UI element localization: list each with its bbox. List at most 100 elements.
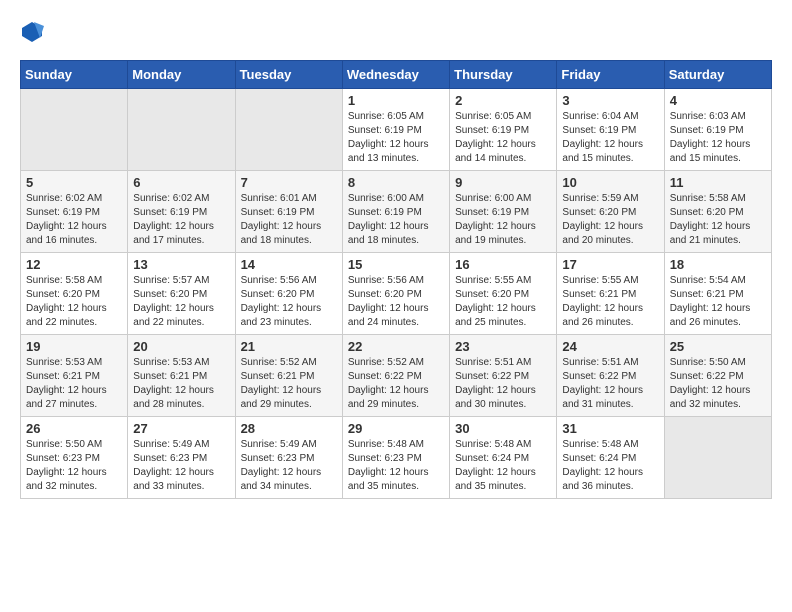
day-info: Sunrise: 5:50 AM Sunset: 6:23 PM Dayligh… xyxy=(26,438,122,494)
calendar-table: SundayMondayTuesdayWednesdayThursdayFrid… xyxy=(20,60,772,499)
logo-icon xyxy=(20,20,44,44)
calendar-cell: 13 Sunrise: 5:57 AM Sunset: 6:20 PM Dayli… xyxy=(128,253,235,335)
day-number: 25 xyxy=(670,339,766,354)
day-info: Sunrise: 5:49 AM Sunset: 6:23 PM Dayligh… xyxy=(133,438,229,494)
day-info: Sunrise: 5:58 AM Sunset: 6:20 PM Dayligh… xyxy=(26,274,122,330)
day-info: Sunrise: 5:48 AM Sunset: 6:23 PM Dayligh… xyxy=(348,438,444,494)
calendar-cell: 26Sunrise: 5:50 AM Sunset: 6:23 PM Dayli… xyxy=(21,417,128,499)
calendar-cell: 12 Sunrise: 5:58 AM Sunset: 6:20 PM Dayli… xyxy=(21,253,128,335)
day-number: 18 xyxy=(670,257,766,272)
weekday-header-wednesday: Wednesday xyxy=(342,61,449,89)
day-number: 13 xyxy=(133,257,229,272)
calendar-cell xyxy=(664,417,771,499)
day-number: 16 xyxy=(455,257,551,272)
day-info: Sunrise: 6:01 AM Sunset: 6:19 PM Dayligh… xyxy=(241,192,337,248)
day-info: Sunrise: 5:59 AM Sunset: 6:20 PM Dayligh… xyxy=(562,192,658,248)
calendar-cell: 25 Sunrise: 5:50 AM Sunset: 6:22 PM Dayli… xyxy=(664,335,771,417)
weekday-header-row: SundayMondayTuesdayWednesdayThursdayFrid… xyxy=(21,61,772,89)
day-info: Sunrise: 5:51 AM Sunset: 6:22 PM Dayligh… xyxy=(455,356,551,412)
week-row-2: 5 Sunrise: 6:02 AM Sunset: 6:19 PM Daylig… xyxy=(21,171,772,253)
day-number: 31 xyxy=(562,421,658,436)
day-number: 6 xyxy=(133,175,229,190)
calendar-cell: 7 Sunrise: 6:01 AM Sunset: 6:19 PM Daylig… xyxy=(235,171,342,253)
day-number: 7 xyxy=(241,175,337,190)
weekday-header-thursday: Thursday xyxy=(450,61,557,89)
week-row-1: 1 Sunrise: 6:05 AM Sunset: 6:19 PM Daylig… xyxy=(21,89,772,171)
day-info: Sunrise: 5:58 AM Sunset: 6:20 PM Dayligh… xyxy=(670,192,766,248)
day-number: 9 xyxy=(455,175,551,190)
day-number: 24 xyxy=(562,339,658,354)
calendar-cell: 14 Sunrise: 5:56 AM Sunset: 6:20 PM Dayli… xyxy=(235,253,342,335)
day-info: Sunrise: 6:02 AM Sunset: 6:19 PM Dayligh… xyxy=(26,192,122,248)
day-info: Sunrise: 5:56 AM Sunset: 6:20 PM Dayligh… xyxy=(348,274,444,330)
calendar-cell: 18Sunrise: 5:54 AM Sunset: 6:21 PM Dayli… xyxy=(664,253,771,335)
day-info: Sunrise: 5:52 AM Sunset: 6:21 PM Dayligh… xyxy=(241,356,337,412)
calendar-cell xyxy=(21,89,128,171)
day-number: 4 xyxy=(670,93,766,108)
week-row-3: 12 Sunrise: 5:58 AM Sunset: 6:20 PM Dayli… xyxy=(21,253,772,335)
day-number: 14 xyxy=(241,257,337,272)
weekday-header-sunday: Sunday xyxy=(21,61,128,89)
day-info: Sunrise: 5:48 AM Sunset: 6:24 PM Dayligh… xyxy=(455,438,551,494)
calendar-cell: 21 Sunrise: 5:52 AM Sunset: 6:21 PM Dayli… xyxy=(235,335,342,417)
day-number: 11 xyxy=(670,175,766,190)
day-number: 10 xyxy=(562,175,658,190)
calendar-cell: 20 Sunrise: 5:53 AM Sunset: 6:21 PM Dayli… xyxy=(128,335,235,417)
calendar-cell: 9 Sunrise: 6:00 AM Sunset: 6:19 PM Daylig… xyxy=(450,171,557,253)
calendar-cell: 16 Sunrise: 5:55 AM Sunset: 6:20 PM Dayli… xyxy=(450,253,557,335)
day-number: 2 xyxy=(455,93,551,108)
day-info: Sunrise: 5:51 AM Sunset: 6:22 PM Dayligh… xyxy=(562,356,658,412)
calendar-cell: 30 Sunrise: 5:48 AM Sunset: 6:24 PM Dayli… xyxy=(450,417,557,499)
calendar-cell: 8Sunrise: 6:00 AM Sunset: 6:19 PM Daylig… xyxy=(342,171,449,253)
day-info: Sunrise: 5:49 AM Sunset: 6:23 PM Dayligh… xyxy=(241,438,337,494)
day-number: 19 xyxy=(26,339,122,354)
calendar-cell: 31 Sunrise: 5:48 AM Sunset: 6:24 PM Dayli… xyxy=(557,417,664,499)
day-number: 12 xyxy=(26,257,122,272)
day-info: Sunrise: 6:04 AM Sunset: 6:19 PM Dayligh… xyxy=(562,110,658,166)
day-number: 29 xyxy=(348,421,444,436)
day-info: Sunrise: 6:05 AM Sunset: 6:19 PM Dayligh… xyxy=(455,110,551,166)
day-info: Sunrise: 6:00 AM Sunset: 6:19 PM Dayligh… xyxy=(455,192,551,248)
calendar-cell: 23Sunrise: 5:51 AM Sunset: 6:22 PM Dayli… xyxy=(450,335,557,417)
day-number: 3 xyxy=(562,93,658,108)
page-header xyxy=(20,20,772,44)
week-row-5: 26Sunrise: 5:50 AM Sunset: 6:23 PM Dayli… xyxy=(21,417,772,499)
weekday-header-tuesday: Tuesday xyxy=(235,61,342,89)
day-info: Sunrise: 5:57 AM Sunset: 6:20 PM Dayligh… xyxy=(133,274,229,330)
calendar-cell: 15 Sunrise: 5:56 AM Sunset: 6:20 PM Dayli… xyxy=(342,253,449,335)
day-info: Sunrise: 6:05 AM Sunset: 6:19 PM Dayligh… xyxy=(348,110,444,166)
calendar-cell: 11 Sunrise: 5:58 AM Sunset: 6:20 PM Dayli… xyxy=(664,171,771,253)
calendar-cell: 2 Sunrise: 6:05 AM Sunset: 6:19 PM Daylig… xyxy=(450,89,557,171)
day-info: Sunrise: 5:53 AM Sunset: 6:21 PM Dayligh… xyxy=(133,356,229,412)
day-number: 15 xyxy=(348,257,444,272)
day-info: Sunrise: 6:00 AM Sunset: 6:19 PM Dayligh… xyxy=(348,192,444,248)
calendar-cell: 1 Sunrise: 6:05 AM Sunset: 6:19 PM Daylig… xyxy=(342,89,449,171)
calendar-cell: 6 Sunrise: 6:02 AM Sunset: 6:19 PM Daylig… xyxy=(128,171,235,253)
day-info: Sunrise: 5:52 AM Sunset: 6:22 PM Dayligh… xyxy=(348,356,444,412)
day-number: 1 xyxy=(348,93,444,108)
calendar-cell: 4 Sunrise: 6:03 AM Sunset: 6:19 PM Daylig… xyxy=(664,89,771,171)
day-number: 28 xyxy=(241,421,337,436)
calendar-cell: 10 Sunrise: 5:59 AM Sunset: 6:20 PM Dayli… xyxy=(557,171,664,253)
calendar-cell: 29 Sunrise: 5:48 AM Sunset: 6:23 PM Dayli… xyxy=(342,417,449,499)
calendar-cell xyxy=(128,89,235,171)
day-number: 22 xyxy=(348,339,444,354)
calendar-cell: 22 Sunrise: 5:52 AM Sunset: 6:22 PM Dayli… xyxy=(342,335,449,417)
day-info: Sunrise: 5:55 AM Sunset: 6:20 PM Dayligh… xyxy=(455,274,551,330)
day-info: Sunrise: 5:55 AM Sunset: 6:21 PM Dayligh… xyxy=(562,274,658,330)
day-number: 30 xyxy=(455,421,551,436)
day-info: Sunrise: 6:03 AM Sunset: 6:19 PM Dayligh… xyxy=(670,110,766,166)
calendar-cell: 19Sunrise: 5:53 AM Sunset: 6:21 PM Dayli… xyxy=(21,335,128,417)
day-info: Sunrise: 6:02 AM Sunset: 6:19 PM Dayligh… xyxy=(133,192,229,248)
day-number: 5 xyxy=(26,175,122,190)
day-info: Sunrise: 5:56 AM Sunset: 6:20 PM Dayligh… xyxy=(241,274,337,330)
calendar-cell: 17 Sunrise: 5:55 AM Sunset: 6:21 PM Dayli… xyxy=(557,253,664,335)
day-number: 17 xyxy=(562,257,658,272)
logo xyxy=(20,20,48,44)
day-info: Sunrise: 5:48 AM Sunset: 6:24 PM Dayligh… xyxy=(562,438,658,494)
calendar-cell: 28 Sunrise: 5:49 AM Sunset: 6:23 PM Dayli… xyxy=(235,417,342,499)
day-number: 21 xyxy=(241,339,337,354)
weekday-header-saturday: Saturday xyxy=(664,61,771,89)
day-info: Sunrise: 5:50 AM Sunset: 6:22 PM Dayligh… xyxy=(670,356,766,412)
day-number: 20 xyxy=(133,339,229,354)
